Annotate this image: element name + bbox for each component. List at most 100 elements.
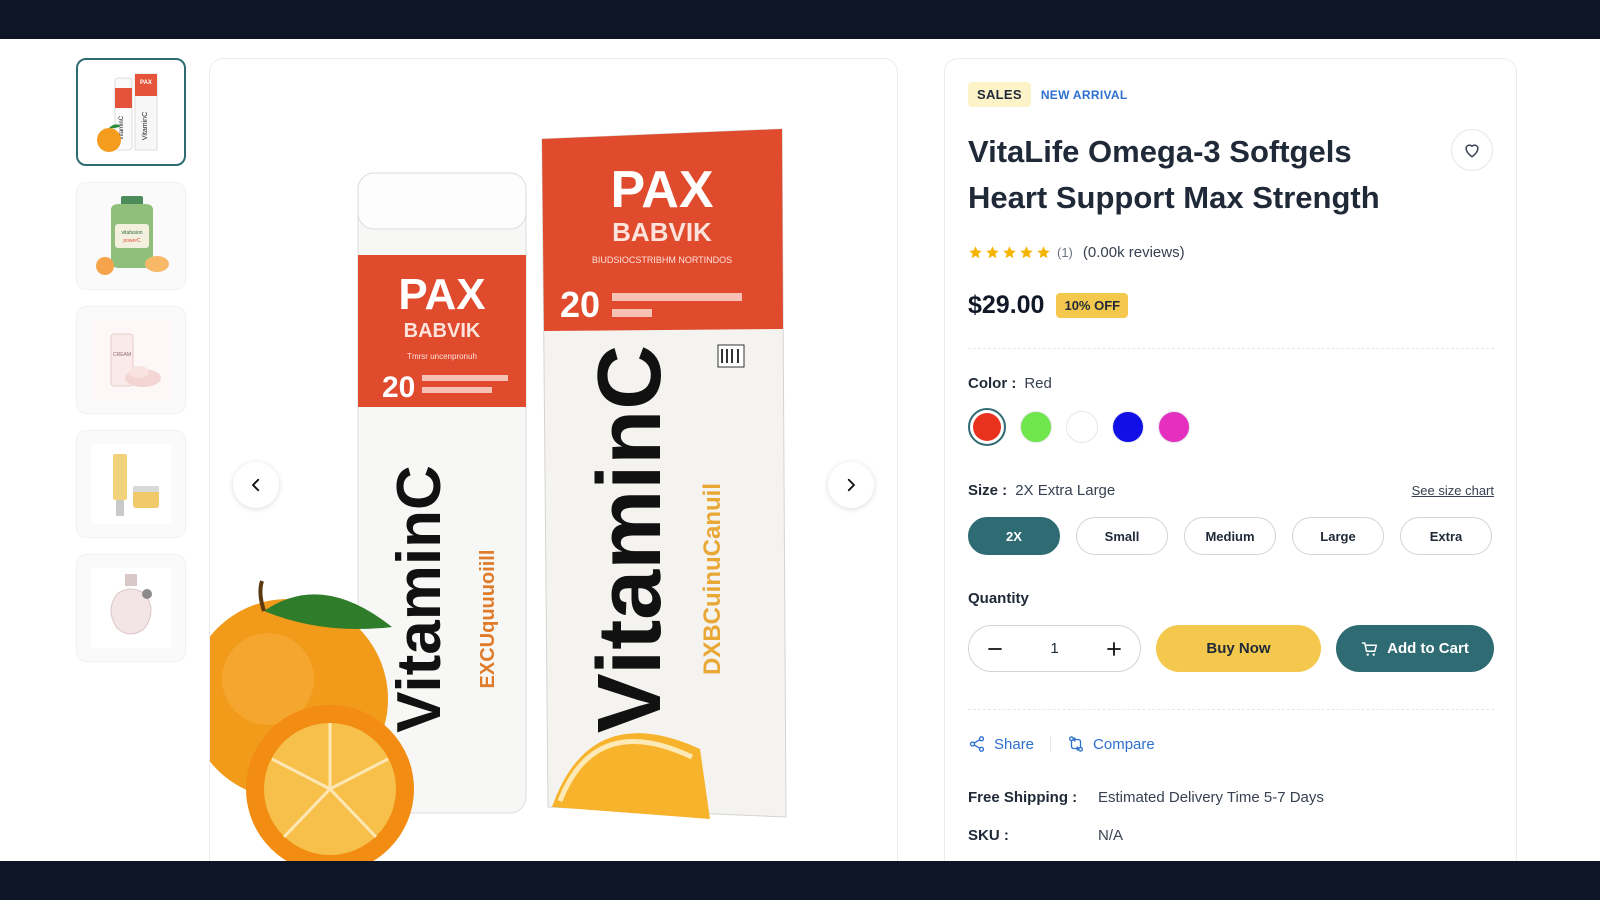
bottom-bar: [0, 861, 1600, 900]
svg-text:BABVIK: BABVIK: [404, 320, 481, 342]
svg-text:VitaminC: VitaminC: [580, 345, 680, 733]
share-button[interactable]: Share: [968, 735, 1034, 753]
thumbnail-vitafusion[interactable]: vitafusion powerC: [76, 182, 186, 290]
svg-text:PAX: PAX: [610, 161, 713, 219]
product-actions: Share Compare: [968, 735, 1155, 753]
size-option-extra[interactable]: Extra: [1400, 517, 1492, 555]
share-label: Share: [994, 735, 1035, 753]
star-icon: [1003, 246, 1016, 259]
size-value: 2X Extra Large: [1015, 482, 1116, 499]
wishlist-button[interactable]: [1451, 129, 1493, 171]
svg-text:CREAM: CREAM: [113, 352, 131, 358]
color-swatch-white[interactable]: [1066, 411, 1098, 443]
compare-label: Compare: [1093, 735, 1155, 753]
size-chart-link[interactable]: See size chart: [1412, 483, 1494, 498]
shipping-label: Free Shipping :: [968, 789, 1078, 806]
chevron-right-icon: [847, 478, 855, 492]
color-label: Color :: [968, 375, 1017, 392]
color-swatches: [968, 408, 1190, 446]
vitamin-c-thumb-image: PAX VitaminC VitaminC: [97, 73, 158, 152]
rating: (1) (0.00k reviews): [968, 244, 1185, 261]
svg-text:VitaminC: VitaminC: [385, 465, 454, 733]
minus-icon: [988, 647, 1002, 650]
compare-button[interactable]: Compare: [1067, 735, 1155, 753]
quantity-stepper: [968, 625, 1141, 672]
color-swatch-red[interactable]: [968, 408, 1006, 446]
svg-text:DXBCuinuCanuil: DXBCuinuCanuil: [699, 483, 726, 675]
star-icon: [986, 246, 999, 259]
star-icon: [969, 246, 982, 259]
cart-icon: [1361, 641, 1378, 656]
add-to-cart-label: Add to Cart: [1387, 640, 1469, 657]
svg-text:20: 20: [382, 371, 415, 404]
increase-quantity-button[interactable]: [1102, 637, 1126, 661]
rating-count: (1): [1057, 245, 1073, 260]
size-option-large[interactable]: Large: [1292, 517, 1384, 555]
size-option-2x[interactable]: 2X: [968, 517, 1060, 555]
star-icon: [1037, 246, 1050, 259]
color-selector-label: Color : Red: [968, 375, 1052, 392]
color-swatch-blue[interactable]: [1112, 411, 1144, 443]
divider: [968, 709, 1494, 710]
decrease-quantity-button[interactable]: [983, 637, 1007, 661]
quantity-input[interactable]: [1034, 640, 1075, 657]
perfume-thumb-image: [91, 568, 171, 648]
sku-info: SKU : N/A: [968, 827, 1123, 844]
buy-now-button[interactable]: Buy Now: [1156, 625, 1321, 672]
previous-image-button[interactable]: [233, 462, 279, 508]
size-selector-label: Size : 2X Extra Large See size chart: [968, 482, 1494, 499]
svg-text:BABVIK: BABVIK: [612, 217, 712, 247]
quantity-label: Quantity: [968, 590, 1029, 607]
chevron-left-icon: [252, 478, 260, 492]
divider: [968, 348, 1494, 349]
size-option-medium[interactable]: Medium: [1184, 517, 1276, 555]
svg-text:PAX: PAX: [398, 270, 485, 319]
size-option-small[interactable]: Small: [1076, 517, 1168, 555]
cream-thumb-image: CREAM: [91, 320, 171, 400]
svg-text:PAX: PAX: [140, 80, 152, 86]
sku-value: N/A: [1098, 827, 1124, 844]
thumbnail-perfume[interactable]: [76, 554, 186, 662]
main-product-image: PAX BABVIK Tmrsr uncenpronuh 20 VitaminC…: [209, 58, 898, 861]
plus-icon: [1107, 641, 1121, 656]
sales-badge: SALES: [968, 82, 1031, 107]
shipping-info: Free Shipping : Estimated Delivery Time …: [968, 789, 1324, 806]
vitafusion-thumb-image: vitafusion powerC: [96, 196, 169, 275]
sku-label: SKU :: [968, 827, 1009, 844]
size-label: Size :: [968, 482, 1008, 499]
share-icon: [969, 736, 985, 752]
color-swatch-pink[interactable]: [1158, 411, 1190, 443]
star-rating: [968, 245, 1051, 260]
discount-badge: 10% OFF: [1056, 293, 1129, 318]
svg-text:EXCUquuuoiill: EXCUquuuoiill: [477, 550, 499, 689]
add-to-cart-button[interactable]: Add to Cart: [1336, 625, 1494, 672]
thumbnail-vitamin-c[interactable]: PAX VitaminC VitaminC: [76, 58, 186, 166]
new-arrival-badge: NEW ARRIVAL: [1040, 87, 1128, 102]
size-options: 2X Small Medium Large Extra: [968, 517, 1492, 555]
price: $29.00: [968, 291, 1045, 319]
thumbnail-list: PAX VitaminC VitaminC vitafusion powerC …: [76, 58, 186, 678]
svg-text:vitafusion: vitafusion: [121, 230, 142, 236]
compare-icon: [1069, 736, 1084, 752]
color-swatch-green[interactable]: [1020, 411, 1052, 443]
next-image-button[interactable]: [828, 462, 874, 508]
reviews-link[interactable]: (0.00k reviews): [1083, 244, 1185, 261]
vitamin-c-product-photo: PAX BABVIK Tmrsr uncenpronuh 20 VitaminC…: [210, 128, 787, 861]
star-icon: [1020, 246, 1033, 259]
thumbnail-serum[interactable]: [76, 430, 186, 538]
thumbnail-cream[interactable]: CREAM: [76, 306, 186, 414]
price-row: $29.00 10% OFF: [968, 291, 1129, 320]
svg-text:powerC: powerC: [123, 238, 141, 244]
badges: SALES NEW ARRIVAL: [968, 82, 1129, 107]
svg-text:Tmrsr uncenpronuh: Tmrsr uncenpronuh: [407, 352, 477, 361]
svg-text:BIUDSIOCSTRIBHM NORTINDOS: BIUDSIOCSTRIBHM NORTINDOS: [592, 255, 732, 265]
serum-thumb-image: [91, 444, 171, 524]
heart-icon: [1465, 144, 1479, 158]
svg-text:20: 20: [560, 284, 600, 325]
shipping-value: Estimated Delivery Time 5-7 Days: [1098, 789, 1324, 806]
product-title: VitaLife Omega-3 Softgels Heart Support …: [968, 134, 1380, 215]
product-details-panel: SALES NEW ARRIVAL VitaLife Omega-3 Softg…: [944, 58, 1517, 861]
action-separator: [1050, 736, 1052, 752]
top-bar: [0, 0, 1600, 39]
svg-text:VitaminC: VitaminC: [142, 112, 149, 140]
